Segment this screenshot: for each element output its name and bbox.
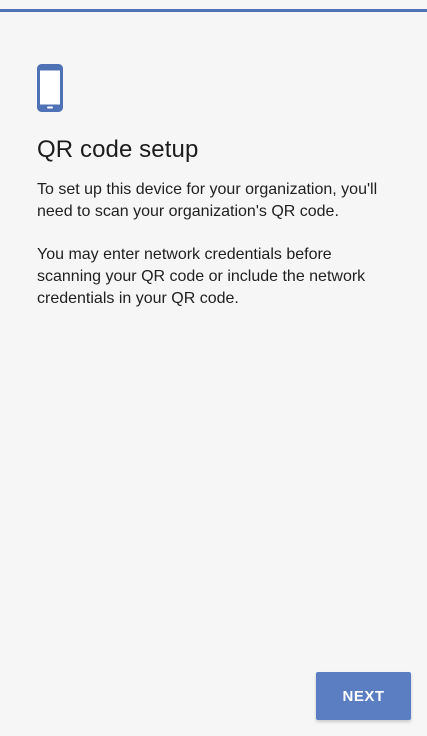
phone-device-icon bbox=[37, 64, 63, 112]
top-accent-divider bbox=[0, 9, 427, 12]
setup-screen: QR code setup To set up this device for … bbox=[0, 0, 427, 736]
setup-content: QR code setup To set up this device for … bbox=[37, 64, 397, 310]
instruction-text: To set up this device for your organizat… bbox=[37, 181, 378, 220]
page-title: QR code setup bbox=[37, 136, 199, 163]
network-credentials-text: You may enter network credentials before… bbox=[37, 246, 366, 307]
next-button[interactable]: NEXT bbox=[316, 672, 411, 720]
